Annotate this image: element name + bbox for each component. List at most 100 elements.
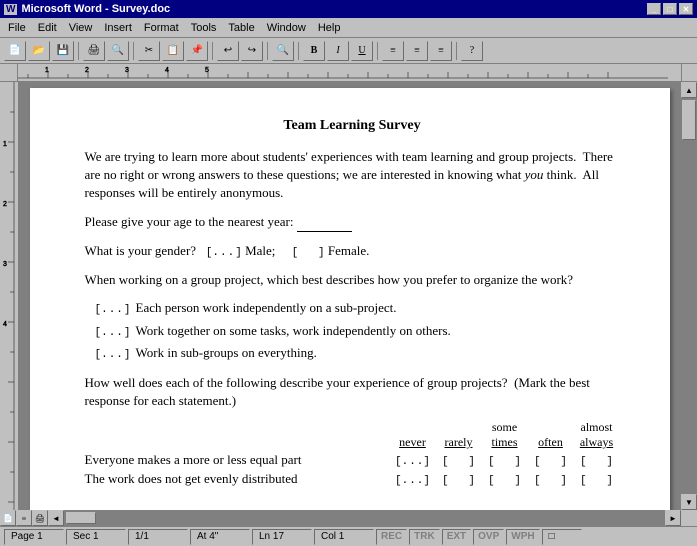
paste-button[interactable]: 📌 [186, 41, 208, 61]
rating-row-1-label: Everyone makes a more or less equal part [85, 452, 390, 468]
option-1-bracket: [...] [95, 303, 131, 318]
rating-row-1-box-sometimes: [ ] [482, 452, 528, 468]
rating-row-2-box-rarely: [ ] [436, 471, 482, 487]
gender-female-bracket: [ ] [292, 246, 325, 261]
underline-button[interactable]: U [351, 41, 373, 61]
help-button[interactable]: ? [461, 41, 483, 61]
rating-row-1-box-often: [ ] [528, 452, 574, 468]
option-3-bracket: [...] [95, 348, 131, 363]
menu-file[interactable]: File [2, 20, 32, 36]
save-button[interactable]: 💾 [52, 41, 74, 61]
svg-text:1: 1 [3, 141, 7, 148]
copy-button[interactable]: 📋 [162, 41, 184, 61]
align-right-button[interactable]: ≡ [430, 41, 452, 61]
align-center-button[interactable]: ≡ [406, 41, 428, 61]
print-view-button[interactable]: 🖨 [32, 510, 48, 526]
separator-7 [456, 42, 457, 60]
status-trk: TRK [409, 529, 440, 545]
scroll-down-button[interactable]: ▼ [681, 494, 697, 510]
rating-row-1-box-always: [ ] [574, 452, 620, 468]
svg-text:3: 3 [125, 67, 129, 74]
find-button[interactable]: 🔍 [272, 41, 294, 61]
col-header-always: almost always [574, 420, 620, 450]
status-rec: REC [376, 529, 407, 545]
menu-view[interactable]: View [63, 20, 99, 36]
status-page: Page 1 [4, 529, 64, 545]
menu-tools[interactable]: Tools [185, 20, 223, 36]
italic-button[interactable]: I [327, 41, 349, 61]
option-2-bracket: [...] [95, 326, 131, 341]
option-2: [...] Work together on some tasks, work … [95, 322, 620, 341]
preview-button[interactable]: 🔍 [107, 41, 129, 61]
menu-insert[interactable]: Insert [98, 20, 138, 36]
new-button[interactable]: 📄 [4, 41, 26, 61]
ruler-corner [0, 64, 18, 82]
scroll-track-h[interactable] [64, 510, 665, 526]
age-blank [297, 213, 352, 232]
document-container: Team Learning Survey We are trying to le… [18, 82, 681, 510]
scroll-right-button[interactable]: ► [665, 510, 681, 526]
menu-format[interactable]: Format [138, 20, 185, 36]
content-area: 1 2 3 4 [0, 82, 697, 510]
window-title: Microsoft Word - Survey.doc [21, 3, 170, 15]
col-header-rarely: rarely [436, 420, 482, 450]
gender-question: What is your gender? [...] Male; [ ] Fem… [85, 242, 620, 261]
cut-button[interactable]: ✂ [138, 41, 160, 61]
close-button[interactable]: ✕ [679, 3, 693, 15]
title-bar: W Microsoft Word - Survey.doc _ □ ✕ [0, 0, 697, 18]
menu-edit[interactable]: Edit [32, 20, 63, 36]
col-sometimes-bottom: times [482, 435, 528, 450]
scroll-thumb-v[interactable] [682, 100, 696, 140]
rating-row-1: Everyone makes a more or less equal part… [85, 452, 620, 468]
col-rarely-top [436, 420, 482, 435]
status-extra: □ [542, 529, 582, 545]
status-ln: Ln 17 [252, 529, 312, 545]
menu-window[interactable]: Window [261, 20, 312, 36]
print-button[interactable]: 🖨 [83, 41, 105, 61]
italic-word: you [525, 167, 544, 182]
rating-row-1-box-never: [...] [390, 452, 436, 468]
undo-button[interactable]: ↩ [217, 41, 239, 61]
separator-3 [212, 42, 213, 60]
title-bar-left: W Microsoft Word - Survey.doc [4, 3, 170, 15]
status-at: At 4" [190, 529, 250, 545]
scroll-up-button[interactable]: ▲ [681, 82, 697, 98]
redo-button[interactable]: ↪ [241, 41, 263, 61]
status-ext: EXT [442, 529, 471, 545]
option-3-text: Work in sub-groups on everything. [136, 344, 317, 362]
options-list: [...] Each person work independently on … [95, 299, 620, 363]
normal-view-button[interactable]: 📄 [0, 510, 16, 526]
svg-text:3: 3 [3, 261, 7, 268]
rating-row-2-box-never: [...] [390, 471, 436, 487]
rating-intro: How well does each of the following desc… [85, 374, 620, 410]
scroll-left-button[interactable]: ◄ [48, 510, 64, 526]
separator-5 [298, 42, 299, 60]
col-never-top [390, 420, 436, 435]
left-ruler: 1 2 3 4 [0, 82, 18, 510]
app-icon: W [4, 4, 17, 15]
rating-row-2-box-often: [ ] [528, 471, 574, 487]
align-left-button[interactable]: ≡ [382, 41, 404, 61]
document-title: Team Learning Survey [85, 118, 620, 134]
gender-question-text: What is your gender? [85, 243, 203, 258]
scroll-thumb-h[interactable] [66, 512, 96, 524]
separator-1 [78, 42, 79, 60]
bold-button[interactable]: B [303, 41, 325, 61]
document: Team Learning Survey We are trying to le… [30, 88, 670, 510]
col-often-top [528, 420, 574, 435]
scroll-track-v[interactable] [681, 98, 697, 494]
svg-text:2: 2 [3, 201, 7, 208]
menu-bar: File Edit View Insert Format Tools Table… [0, 18, 697, 38]
svg-text:4: 4 [3, 321, 7, 328]
open-button[interactable]: 📂 [28, 41, 50, 61]
outline-view-button[interactable]: ≡ [16, 510, 32, 526]
bottom-area: 📄 ≡ 🖨 ◄ ► Page 1 Sec 1 1/1 At 4" Ln 17 C… [0, 510, 697, 546]
menu-help[interactable]: Help [312, 20, 347, 36]
maximize-button[interactable]: □ [663, 3, 677, 15]
separator-6 [377, 42, 378, 60]
minimize-button[interactable]: _ [647, 3, 661, 15]
status-ovr: OVP [473, 529, 504, 545]
h-scroll-corner [681, 510, 697, 526]
menu-table[interactable]: Table [222, 20, 260, 36]
col-often-bottom: often [528, 435, 574, 450]
